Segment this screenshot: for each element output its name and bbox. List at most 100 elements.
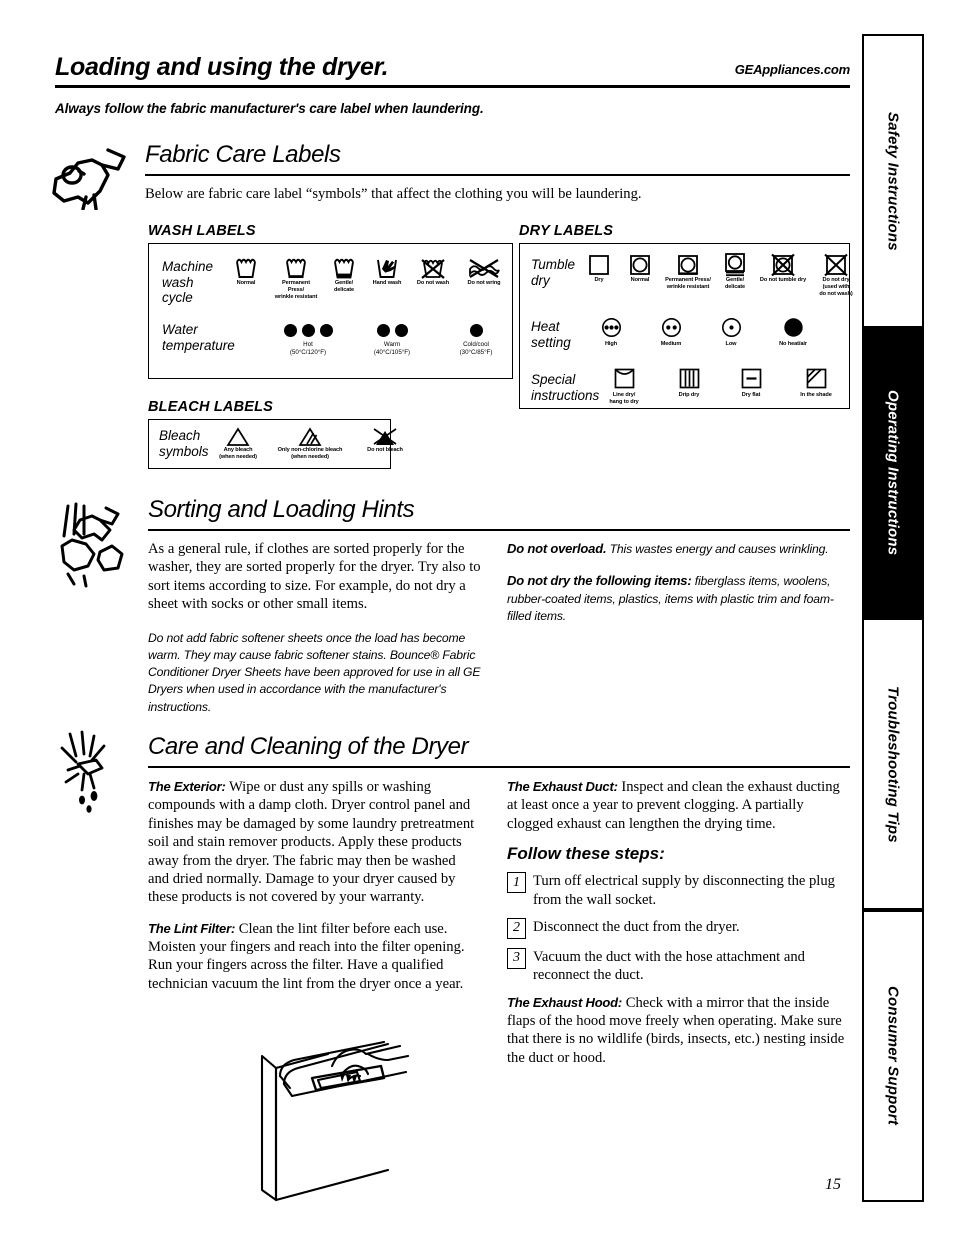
water-temperature-symbols: Hot (50°C/120°F) Warm (40°C/105°F) Cold/co…: [277, 324, 507, 357]
manual-page: Loading and using the dryer. GEAppliance…: [0, 0, 954, 1235]
sidebar-tab-label: Troubleshooting Tips: [884, 685, 902, 843]
hand-wash-icon: Hand wash: [370, 254, 404, 301]
page-number: 15: [825, 1176, 841, 1193]
dry-icon: Dry: [582, 252, 616, 298]
dry-row-label-heat: Heat setting: [531, 319, 571, 350]
non-chlorine-bleach-icon: Only non-chlorine bleach (when needed): [269, 425, 351, 461]
side-tab-strip: Safety Instructions Operating Instructio…: [862, 34, 924, 1202]
caption: No heat/air: [779, 341, 807, 347]
care-left-column: The Exterior: Wipe or dust any spills or…: [148, 778, 478, 1004]
wash-permanent-press-icon: Permanent Press/wrinkle resistant: [274, 254, 318, 301]
exterior-lead: The Exterior:: [148, 779, 226, 794]
do-not-overload-paragraph: Do not overload. This wastes energy and …: [507, 540, 850, 558]
lint-filter-lead: The Lint Filter:: [148, 920, 236, 936]
fabric-care-intro: Below are fabric care label “symbols” th…: [145, 186, 642, 202]
caption: In the shade: [800, 392, 832, 398]
bleach-row-label: Bleach symbols: [159, 428, 209, 459]
heat-setting-symbols: High Medium Low No heat/air: [594, 316, 812, 348]
heat-medium-icon: Medium: [654, 316, 688, 348]
exterior-paragraph: The Exterior: Wipe or dust any spills or…: [148, 778, 478, 907]
follow-steps-heading: Follow these steps:: [507, 844, 665, 864]
do-not-overload-body: This wastes energy and causes wrinkling.: [609, 542, 829, 556]
wash-row-label-machine: Machine wash cycle: [162, 259, 214, 306]
do-not-overload-lead: Do not overload.: [507, 541, 607, 556]
section-care: Care and Cleaning of the Dryer: [148, 735, 850, 768]
caption: Do not wring: [467, 280, 501, 286]
water-warm-icon: Warm (40°C/105°F): [361, 324, 423, 357]
caption: Normal: [630, 277, 650, 283]
section-divider-sorting: [148, 529, 850, 531]
page-header: Loading and using the dryer. GEAppliance…: [55, 55, 850, 116]
step-text: Vacuum the duct with the hose attachment…: [533, 948, 805, 984]
step-item: 1 Turn off electrical supply by disconne…: [507, 872, 852, 909]
bleach-labels-card: Bleach symbols Any bleach (when needed) On…: [148, 419, 403, 469]
sidebar-tab-consumer-support[interactable]: Consumer Support: [862, 910, 924, 1202]
machine-wash-symbols: Normal Permanent Press/wrinkle resistant: [227, 254, 506, 301]
sidebar-tab-label: Consumer Support: [884, 986, 902, 1126]
step-number: 3: [507, 947, 526, 969]
step-number: 1: [507, 872, 526, 894]
caption: Do not tumble dry: [759, 277, 807, 283]
wash-labels-block: WASH LABELS Machine wash cycle Normal Pe…: [148, 223, 513, 379]
caption: Warm (40°C/105°F): [373, 341, 411, 357]
dry-labels-heading: DRY LABELS: [519, 223, 614, 239]
dry-row-label-tumble: Tumble dry: [531, 257, 576, 288]
wash-labels-card: Machine wash cycle Normal Permanent Pres…: [148, 243, 513, 379]
sidebar-tab-operating-instructions[interactable]: Operating Instructions: [862, 328, 924, 618]
exhaust-duct-lead: The Exhaust Duct:: [507, 779, 618, 794]
bleach-labels-heading: BLEACH LABELS: [148, 399, 274, 415]
step-text: Disconnect the duct from the dryer.: [533, 918, 740, 935]
caption: Normal: [236, 280, 256, 286]
caption: Do not dry (used with do not wash): [819, 277, 853, 297]
do-not-bleach-icon: Do not bleach: [361, 425, 409, 461]
sidebar-tab-label: Safety Instructions: [884, 111, 902, 251]
caption: Hand wash: [372, 280, 402, 286]
section-sorting: Sorting and Loading Hints: [148, 498, 850, 531]
shirt-hanger-icon: [48, 145, 140, 215]
brand-website: GEAppliances.com: [734, 62, 850, 77]
sidebar-tab-safety-instructions[interactable]: Safety Instructions: [862, 34, 924, 328]
dry-flat-icon: Dry flat: [734, 366, 768, 406]
section-title-care: Care and Cleaning of the Dryer: [148, 733, 469, 760]
caption: Permanent Press/wrinkle resistant: [665, 277, 711, 290]
water-cold-icon: Cold/cool (30°C/85°F): [445, 324, 507, 357]
dry-labels-card: Tumble dry Dry Normal Permanent Press/ w…: [519, 243, 853, 409]
caption: Medium: [660, 341, 682, 347]
exhaust-hood-lead: The Exhaust Hood:: [507, 994, 623, 1010]
caption: Only non-chlorine bleach (when needed): [277, 447, 343, 460]
step-item: 3 Vacuum the duct with the hose attachme…: [507, 947, 852, 985]
exhaust-hood-paragraph: The Exhaust Hood: Check with a mirror th…: [507, 994, 852, 1068]
tumble-dry-symbols: Dry Normal Permanent Press/wrinkle resis…: [582, 252, 858, 298]
heat-low-icon: Low: [714, 316, 748, 348]
tumble-dry-normal-icon: Normal: [622, 252, 658, 298]
care-right-column: The Exhaust Duct: Inspect and clean the …: [507, 778, 852, 1078]
step-item: 2 Disconnect the duct from the dryer.: [507, 917, 852, 939]
dry-row-label-special: Special instructions: [531, 372, 600, 403]
do-not-dry-icon: Do not dry (used with do not wash): [814, 252, 858, 298]
section-divider-fabric-care: [145, 174, 850, 176]
spray-cleaning-icon: [48, 730, 140, 823]
heat-none-icon: No heat/air: [774, 316, 812, 348]
sorting-left-column: As a general rule, if clothes are sorted…: [148, 540, 484, 727]
caption: Dry: [594, 277, 604, 283]
caption: Do not wash: [416, 280, 450, 286]
exterior-body: Wipe or dust any spills or washing compo…: [148, 779, 475, 906]
caption: Gentle/delicate: [724, 277, 746, 290]
header-subtitle: Always follow the fabric manufacturer's …: [55, 101, 484, 116]
caption: Dry flat: [741, 392, 761, 398]
tumble-dry-permanent-press-icon: Permanent Press/wrinkle resistant: [664, 252, 712, 298]
do-not-wring-icon: Do not wring: [462, 254, 506, 301]
dry-labels-block: DRY LABELS Tumble dry Dry Normal Permane…: [519, 223, 853, 409]
drip-dry-icon: Drip dry: [672, 366, 706, 406]
lint-filter-paragraph: The Lint Filter: Clean the lint filter b…: [148, 920, 478, 994]
heat-high-icon: High: [594, 316, 628, 348]
caption: Cold/cool (30°C/85°F): [459, 341, 493, 357]
caption: Low: [725, 341, 737, 347]
bleach-labels-block: BLEACH LABELS Bleach symbols Any bleach (w…: [148, 399, 403, 469]
sorting-paragraph-1: As a general rule, if clothes are sorted…: [148, 541, 481, 613]
sidebar-tab-troubleshooting-tips[interactable]: Troubleshooting Tips: [862, 618, 924, 910]
any-bleach-icon: Any bleach (when needed): [217, 425, 259, 461]
caption: Drip dry: [678, 392, 700, 398]
wash-row-label-water: Water temperature: [162, 322, 235, 353]
page-title: Loading and using the dryer.: [55, 53, 389, 81]
